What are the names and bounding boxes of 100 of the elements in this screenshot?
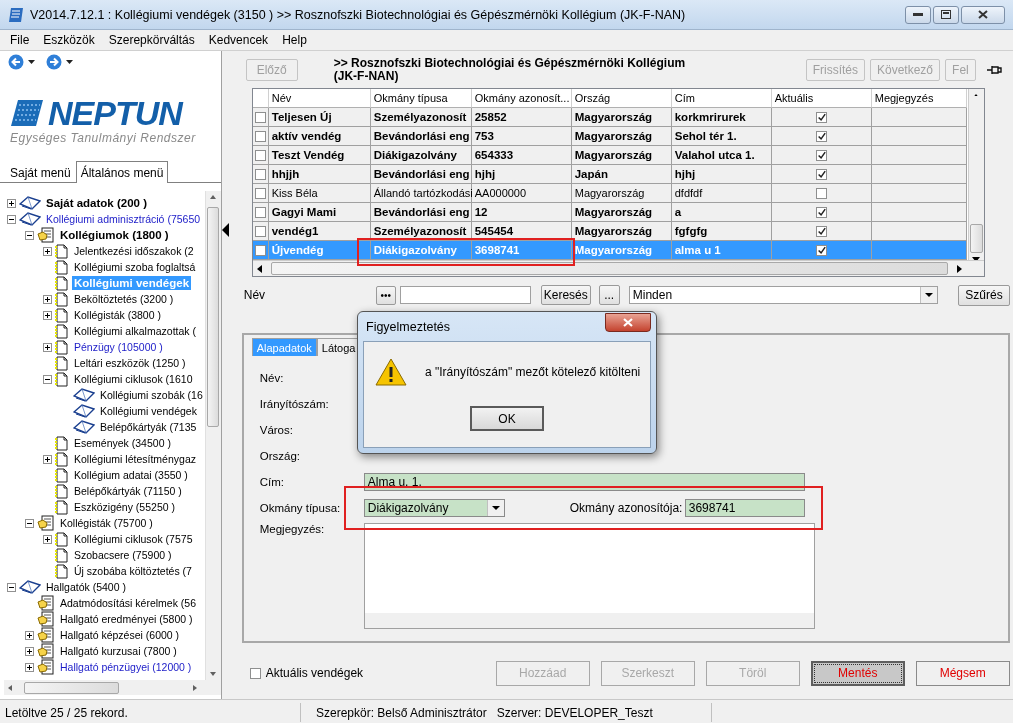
collapse-icon[interactable] xyxy=(7,214,16,224)
row-cell[interactable] xyxy=(252,222,269,241)
row-checkbox[interactable] xyxy=(254,187,266,199)
row-cell[interactable] xyxy=(252,241,269,260)
tree-item[interactable]: Kollégiumok (1800 ) xyxy=(58,228,171,242)
dropdown-icon[interactable] xyxy=(66,59,74,65)
more-button[interactable]: ... xyxy=(598,285,620,305)
tree-item[interactable]: Hallgató eredményei (5800 ) xyxy=(58,612,195,626)
filter-dropdown[interactable]: Minden xyxy=(628,286,938,304)
dots-button[interactable]: ••• xyxy=(375,285,396,305)
tree-item[interactable]: Kollégisták (3800 ) xyxy=(72,308,163,322)
row-cell[interactable] xyxy=(252,146,269,165)
tree-item[interactable]: Kollégiumi létesítménygaz xyxy=(72,452,198,466)
forward-icon[interactable] xyxy=(46,54,62,70)
tree-item[interactable]: Kollégium adatai (3550 ) xyxy=(72,468,190,482)
row-cell[interactable] xyxy=(252,127,269,146)
tree-item[interactable]: Új szobába költöztetés (7 xyxy=(72,564,194,578)
tree-item[interactable]: Leltári eszközök (1250 ) xyxy=(72,356,188,370)
scrollbar-thumb[interactable] xyxy=(969,224,983,253)
menu-item[interactable]: Kedvencek xyxy=(201,33,276,47)
expand-icon[interactable] xyxy=(43,294,52,304)
menu-item[interactable]: File xyxy=(3,33,37,47)
row-checkbox[interactable] xyxy=(254,244,266,256)
ok-button[interactable]: OK xyxy=(470,406,544,431)
expand-icon[interactable] xyxy=(43,310,52,320)
tree-item[interactable]: Kollégiumi szobák (16 xyxy=(98,388,205,402)
scrollbar-thumb[interactable] xyxy=(270,262,948,275)
tree-item[interactable]: Hallgató kurzusai (7800 ) xyxy=(58,644,179,658)
scrollbar-thumb[interactable] xyxy=(24,681,119,694)
collapse-icon[interactable] xyxy=(25,518,34,528)
column-header[interactable]: Okmány azonosít... xyxy=(471,89,572,108)
tree-item[interactable]: Saját adatok (200 ) xyxy=(44,196,149,210)
row-checkbox[interactable] xyxy=(254,168,266,180)
expand-icon[interactable] xyxy=(25,662,34,672)
tree-item[interactable]: Hallgató képzései (6000 ) xyxy=(58,628,182,642)
active-checkbox[interactable] xyxy=(815,225,827,237)
search-button[interactable]: Keresés xyxy=(540,285,591,305)
active-checkbox[interactable] xyxy=(815,111,827,123)
expand-icon[interactable] xyxy=(25,630,34,640)
tree-item[interactable]: Események (34500 ) xyxy=(72,436,173,450)
column-header[interactable]: Ország xyxy=(571,89,672,108)
close-button[interactable] xyxy=(605,313,651,332)
column-header[interactable]: Megjegyzés xyxy=(871,89,967,108)
tree-item[interactable]: Belépőkártyák (7135 xyxy=(98,420,199,434)
tree-item[interactable]: Hallgatók (5400 ) xyxy=(44,580,128,594)
collapse-icon[interactable] xyxy=(43,374,52,384)
tree-item[interactable]: Kollégiumi alkalmazottak ( xyxy=(72,324,198,338)
tree-item[interactable]: Adatmódosítási kérelmek (56 xyxy=(58,596,198,610)
column-header[interactable]: Cím xyxy=(671,89,772,108)
tree-item[interactable]: Hallgató pénzügyei (12000 ) xyxy=(58,660,194,674)
row-cell[interactable] xyxy=(252,203,269,222)
expand-icon[interactable] xyxy=(43,246,52,256)
close-button[interactable] xyxy=(961,5,1005,24)
pin-icon[interactable] xyxy=(985,64,1002,76)
active-checkbox[interactable] xyxy=(815,130,827,142)
menu-item[interactable]: Szerepkörváltás xyxy=(101,33,202,47)
row-checkbox[interactable] xyxy=(254,225,266,237)
expand-icon[interactable] xyxy=(43,342,52,352)
scrollbar[interactable] xyxy=(204,191,221,680)
expand-icon[interactable] xyxy=(43,454,52,464)
tree-item[interactable]: Eszközigény (55250 ) xyxy=(72,500,177,514)
active-checkbox[interactable] xyxy=(815,168,827,180)
row-cell[interactable] xyxy=(252,165,269,184)
row-cell[interactable] xyxy=(252,184,269,203)
search-field[interactable] xyxy=(399,286,531,304)
row-checkbox[interactable] xyxy=(254,149,266,161)
minimize-button[interactable] xyxy=(905,5,931,24)
tree-item[interactable]: Kollégiumi ciklusok (1610 xyxy=(72,372,195,386)
tree-item[interactable]: Belépőkártyák (71150 ) xyxy=(72,484,184,498)
row-cell[interactable] xyxy=(252,108,269,127)
active-checkbox[interactable] xyxy=(815,187,827,199)
tree-item[interactable]: Kollégiumi adminisztráció (75650 xyxy=(44,212,203,226)
row-checkbox[interactable] xyxy=(254,111,266,123)
tree-item[interactable]: Kollégisták (75700 ) xyxy=(58,516,155,530)
row-checkbox[interactable] xyxy=(254,130,266,142)
checkbox[interactable] xyxy=(249,667,261,679)
filter-button[interactable]: Szűrés xyxy=(958,284,1010,306)
menu-tab[interactable]: Általános menü xyxy=(75,161,169,183)
document-id-field[interactable]: 3698741 xyxy=(684,499,805,517)
tree-item[interactable]: Beköltöztetés (3200 ) xyxy=(72,292,176,306)
tree-item[interactable]: Jelentkezési időszakok (2 xyxy=(72,244,196,258)
expand-icon[interactable] xyxy=(7,198,16,208)
expand-icon[interactable] xyxy=(25,646,34,656)
tree-item[interactable]: Pénzügy (105000 ) xyxy=(72,340,165,354)
column-header[interactable]: Aktuális xyxy=(771,89,872,108)
active-checkbox[interactable] xyxy=(815,149,827,161)
scrollbar-thumb[interactable] xyxy=(207,207,220,427)
menu-item[interactable]: Help xyxy=(275,33,314,47)
column-header[interactable]: Okmány típusa xyxy=(370,89,472,108)
tree-item[interactable]: Kollégiumi vendégek xyxy=(98,404,199,418)
active-checkbox[interactable] xyxy=(815,206,827,218)
document-type-dropdown[interactable]: Diákigazolvány xyxy=(363,499,505,517)
tree-item[interactable]: Szobacsere (75900 ) xyxy=(72,548,174,562)
note-field[interactable] xyxy=(363,523,815,629)
row-checkbox[interactable] xyxy=(254,206,266,218)
collapse-icon[interactable] xyxy=(7,582,16,592)
scrollbar[interactable] xyxy=(4,680,221,695)
collapse-icon[interactable] xyxy=(25,230,34,240)
back-icon[interactable] xyxy=(8,54,24,70)
tree-item[interactable]: Kollégiumi ciklusok (7575 xyxy=(72,532,195,546)
